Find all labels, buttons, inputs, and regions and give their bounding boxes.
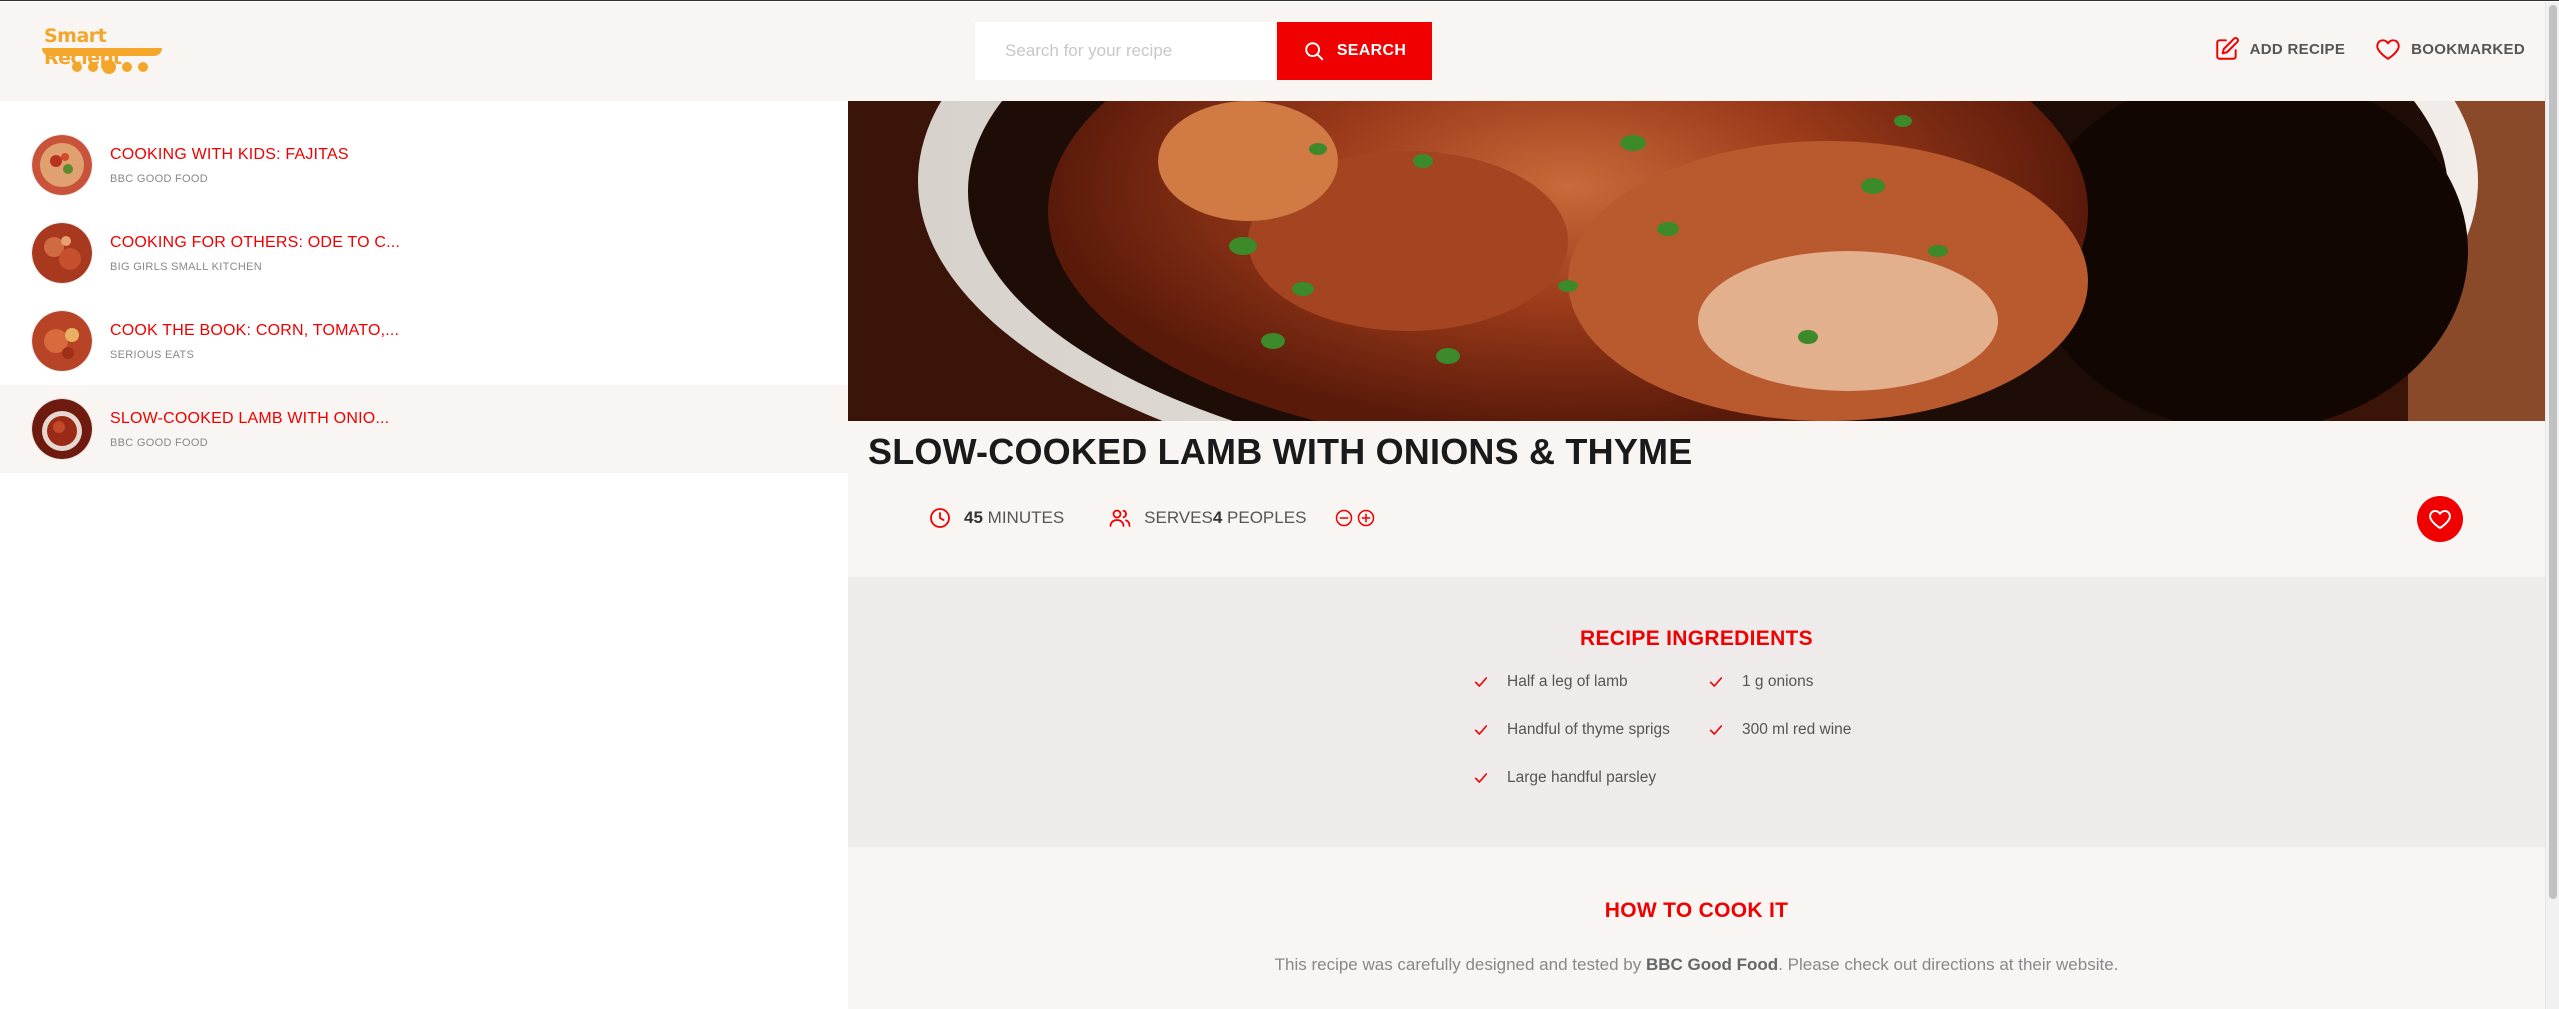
add-recipe-label: ADD RECIPE xyxy=(2249,40,2346,58)
result-thumbnail xyxy=(32,135,92,195)
servings-unit: PEOPLES xyxy=(1227,508,1307,527)
ingredient-item: 300 ml red wine xyxy=(1708,719,1908,741)
check-icon xyxy=(1709,677,1723,687)
bookmarked-label: BOOKMARKED xyxy=(2411,40,2525,58)
howto-suffix: . Please check out directions at their w… xyxy=(1778,955,2119,974)
check-icon xyxy=(1709,725,1723,735)
logo-dot xyxy=(102,60,116,74)
servings: SERVES4 PEOPLES xyxy=(1108,506,1376,530)
page-scrollbar[interactable] xyxy=(2545,2,2559,1009)
search-button[interactable]: SEARCH xyxy=(1277,22,1432,80)
cooking-time-unit: MINUTES xyxy=(987,508,1065,527)
howto-prefix: This recipe was carefully designed and t… xyxy=(1274,955,1642,974)
servings-value: 4 xyxy=(1212,508,1223,527)
logo-bowl-shape xyxy=(42,48,162,56)
scrollbar-thumb[interactable] xyxy=(2549,5,2557,899)
result-item-active[interactable]: SLOW-COOKED LAMB WITH ONIO... BBC GOOD F… xyxy=(0,385,848,473)
result-publisher: SERIOUS EATS xyxy=(110,348,195,361)
recipe-image xyxy=(848,101,2545,421)
recipe-title: SLOW-COOKED LAMB WITH ONIONS & THYME xyxy=(868,431,1693,472)
cooking-time-value: 45 xyxy=(964,508,983,527)
result-item[interactable]: COOKING WITH KIDS: FAJITAS BBC GOOD FOOD xyxy=(0,121,848,209)
servings-prefix: SERVES xyxy=(1144,508,1213,527)
recipe-details: 45 MINUTES SERVES4 PEOPLES xyxy=(928,506,1376,530)
search-button-label: SEARCH xyxy=(1336,42,1407,59)
result-title: COOKING FOR OTHERS: ODE TO C... xyxy=(110,233,401,251)
result-publisher: BBC GOOD FOOD xyxy=(110,172,209,185)
ingredient-text: 300 ml red wine xyxy=(1742,721,1852,738)
logo-dot xyxy=(72,62,82,72)
check-icon xyxy=(1474,773,1488,783)
cooking-time: 45 MINUTES xyxy=(928,506,1064,530)
how-to-cook-title: HOW TO COOK IT xyxy=(1604,899,1789,922)
add-recipe-button[interactable]: ADD RECIPE xyxy=(2214,36,2346,62)
result-title: COOKING WITH KIDS: FAJITAS xyxy=(110,145,349,163)
top-nav: ADD RECIPE BOOKMARKED xyxy=(2214,36,2525,62)
header: Smart Reciept SEARCH ADD RECIPE BOOKMARK… xyxy=(0,2,2545,101)
ingredients-section: RECIPE INGREDIENTS Half a leg of lamb 1 … xyxy=(848,577,2545,847)
result-thumbnail xyxy=(32,399,92,459)
check-icon xyxy=(1474,725,1488,735)
ingredient-list: Half a leg of lamb 1 g onions Handful of… xyxy=(1473,671,1908,789)
how-to-cook-section: HOW TO COOK IT This recipe was carefully… xyxy=(848,847,2545,1009)
logo-dot xyxy=(88,62,98,72)
clock-icon xyxy=(930,508,950,528)
users-icon xyxy=(1109,509,1131,527)
check-icon xyxy=(1474,677,1488,687)
recipe-view: SLOW-COOKED LAMB WITH ONIONS & THYME 45 … xyxy=(848,101,2545,1009)
ingredient-item: Handful of thyme sprigs xyxy=(1473,719,1708,741)
result-item[interactable]: COOKING FOR OTHERS: ODE TO C... BIG GIRL… xyxy=(0,209,848,297)
ingredient-text: Half a leg of lamb xyxy=(1507,673,1628,690)
result-publisher: BIG GIRLS SMALL KITCHEN xyxy=(110,260,262,273)
heart-icon xyxy=(2376,39,2400,60)
ingredient-item: Half a leg of lamb xyxy=(1473,671,1708,693)
result-thumbnail xyxy=(32,223,92,283)
ingredient-item: Large handful parsley xyxy=(1473,767,1708,789)
bookmark-button[interactable] xyxy=(2417,496,2463,542)
edit-icon xyxy=(2215,37,2239,60)
search-icon xyxy=(1305,42,1324,61)
logo-dot xyxy=(138,62,148,72)
how-to-cook-text: This recipe was carefully designed and t… xyxy=(848,955,2545,975)
ingredient-text: 1 g onions xyxy=(1742,673,1814,690)
app-window: Smart Reciept SEARCH ADD RECIPE BOOKMARK… xyxy=(0,0,2559,1009)
result-publisher: BBC GOOD FOOD xyxy=(110,436,209,449)
plus-circle-icon[interactable] xyxy=(1356,508,1376,528)
minus-circle-icon[interactable] xyxy=(1334,508,1354,528)
heart-icon xyxy=(2429,510,2451,529)
search-results: COOKING WITH KIDS: FAJITAS BBC GOOD FOOD… xyxy=(0,101,848,1009)
ingredient-text: Large handful parsley xyxy=(1507,769,1657,786)
ingredient-text: Handful of thyme sprigs xyxy=(1507,721,1670,738)
result-thumbnail xyxy=(32,311,92,371)
logo-dot xyxy=(122,62,132,72)
search-form: SEARCH xyxy=(975,22,1432,80)
logo[interactable]: Smart Reciept xyxy=(38,22,168,78)
ingredients-title: RECIPE INGREDIENTS xyxy=(1580,627,1813,650)
bookmarked-button[interactable]: BOOKMARKED xyxy=(2375,36,2525,62)
howto-publisher: BBC Good Food xyxy=(1646,955,1779,974)
search-input[interactable] xyxy=(975,22,1275,80)
result-title: SLOW-COOKED LAMB WITH ONIO... xyxy=(110,409,390,427)
result-item[interactable]: COOK THE BOOK: CORN, TOMATO,... SERIOUS … xyxy=(0,297,848,385)
result-title: COOK THE BOOK: CORN, TOMATO,... xyxy=(110,321,400,339)
servings-controls xyxy=(1334,508,1376,528)
ingredient-item: 1 g onions xyxy=(1708,671,1908,693)
